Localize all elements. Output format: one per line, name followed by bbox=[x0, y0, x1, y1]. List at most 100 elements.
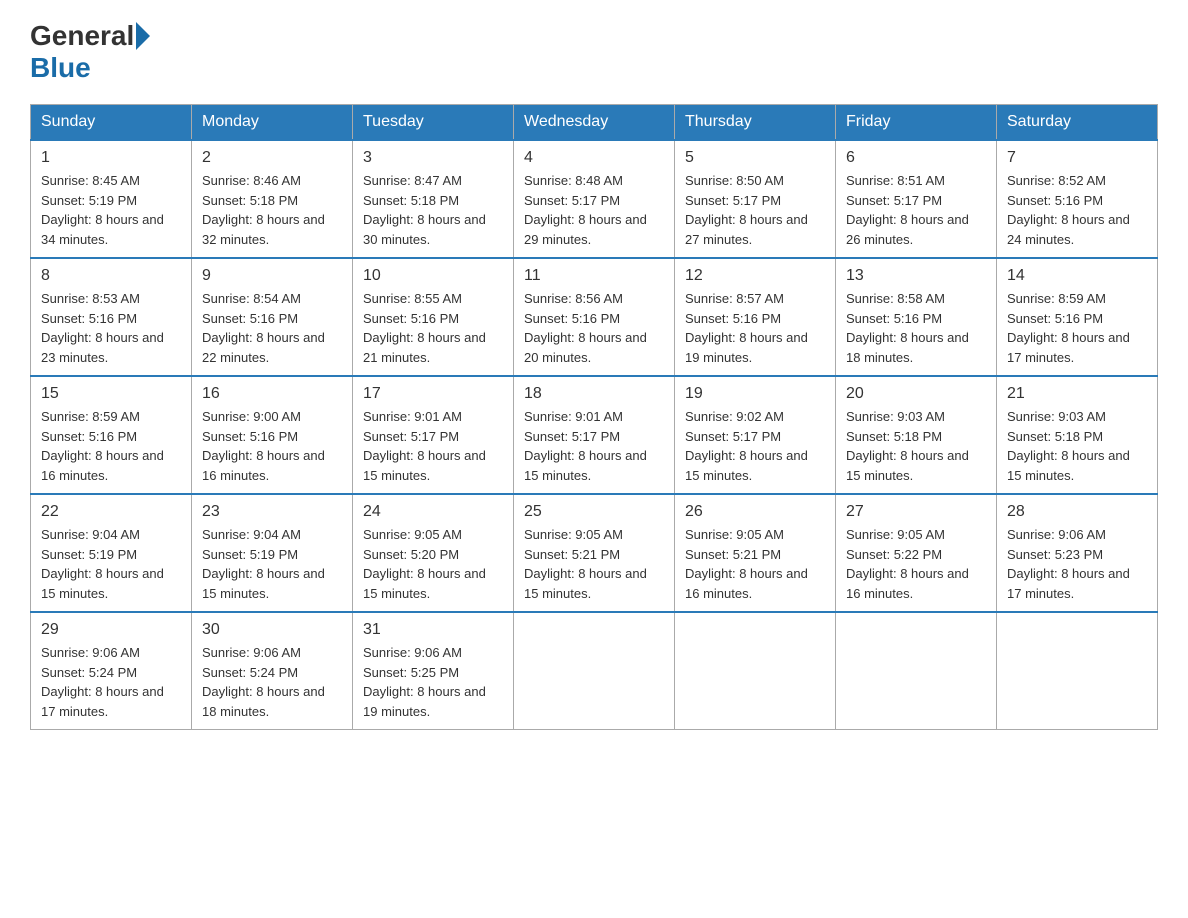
logo-general-text: General bbox=[30, 20, 134, 52]
calendar-cell: 19 Sunrise: 9:02 AM Sunset: 5:17 PM Dayl… bbox=[675, 376, 836, 494]
day-info: Sunrise: 9:03 AM Sunset: 5:18 PM Dayligh… bbox=[1007, 407, 1147, 485]
calendar-cell: 25 Sunrise: 9:05 AM Sunset: 5:21 PM Dayl… bbox=[514, 494, 675, 612]
calendar-cell: 3 Sunrise: 8:47 AM Sunset: 5:18 PM Dayli… bbox=[353, 140, 514, 258]
day-number: 7 bbox=[1007, 149, 1147, 167]
logo-blue-text: Blue bbox=[30, 52, 91, 84]
calendar-cell: 10 Sunrise: 8:55 AM Sunset: 5:16 PM Dayl… bbox=[353, 258, 514, 376]
calendar-cell: 12 Sunrise: 8:57 AM Sunset: 5:16 PM Dayl… bbox=[675, 258, 836, 376]
calendar-cell: 9 Sunrise: 8:54 AM Sunset: 5:16 PM Dayli… bbox=[192, 258, 353, 376]
weekday-header-wednesday: Wednesday bbox=[514, 105, 675, 141]
calendar-cell: 24 Sunrise: 9:05 AM Sunset: 5:20 PM Dayl… bbox=[353, 494, 514, 612]
day-info: Sunrise: 9:05 AM Sunset: 5:22 PM Dayligh… bbox=[846, 525, 986, 603]
day-number: 26 bbox=[685, 503, 825, 521]
calendar-cell: 31 Sunrise: 9:06 AM Sunset: 5:25 PM Dayl… bbox=[353, 612, 514, 730]
day-info: Sunrise: 9:04 AM Sunset: 5:19 PM Dayligh… bbox=[41, 525, 181, 603]
day-info: Sunrise: 8:59 AM Sunset: 5:16 PM Dayligh… bbox=[1007, 289, 1147, 367]
day-number: 16 bbox=[202, 385, 342, 403]
day-number: 6 bbox=[846, 149, 986, 167]
day-number: 15 bbox=[41, 385, 181, 403]
page-header: General Blue bbox=[30, 20, 1158, 84]
day-info: Sunrise: 9:03 AM Sunset: 5:18 PM Dayligh… bbox=[846, 407, 986, 485]
calendar-cell: 20 Sunrise: 9:03 AM Sunset: 5:18 PM Dayl… bbox=[836, 376, 997, 494]
day-number: 19 bbox=[685, 385, 825, 403]
day-info: Sunrise: 9:01 AM Sunset: 5:17 PM Dayligh… bbox=[524, 407, 664, 485]
day-number: 27 bbox=[846, 503, 986, 521]
calendar-cell: 11 Sunrise: 8:56 AM Sunset: 5:16 PM Dayl… bbox=[514, 258, 675, 376]
day-number: 4 bbox=[524, 149, 664, 167]
day-number: 12 bbox=[685, 267, 825, 285]
calendar-cell: 5 Sunrise: 8:50 AM Sunset: 5:17 PM Dayli… bbox=[675, 140, 836, 258]
day-number: 10 bbox=[363, 267, 503, 285]
week-row-2: 8 Sunrise: 8:53 AM Sunset: 5:16 PM Dayli… bbox=[31, 258, 1158, 376]
day-info: Sunrise: 8:52 AM Sunset: 5:16 PM Dayligh… bbox=[1007, 171, 1147, 249]
calendar-cell: 4 Sunrise: 8:48 AM Sunset: 5:17 PM Dayli… bbox=[514, 140, 675, 258]
calendar-cell: 26 Sunrise: 9:05 AM Sunset: 5:21 PM Dayl… bbox=[675, 494, 836, 612]
day-number: 28 bbox=[1007, 503, 1147, 521]
day-info: Sunrise: 8:48 AM Sunset: 5:17 PM Dayligh… bbox=[524, 171, 664, 249]
logo-arrow-icon bbox=[136, 22, 150, 50]
day-number: 25 bbox=[524, 503, 664, 521]
day-info: Sunrise: 8:47 AM Sunset: 5:18 PM Dayligh… bbox=[363, 171, 503, 249]
calendar-cell: 23 Sunrise: 9:04 AM Sunset: 5:19 PM Dayl… bbox=[192, 494, 353, 612]
day-info: Sunrise: 9:05 AM Sunset: 5:21 PM Dayligh… bbox=[524, 525, 664, 603]
calendar-cell: 7 Sunrise: 8:52 AM Sunset: 5:16 PM Dayli… bbox=[997, 140, 1158, 258]
calendar-cell: 22 Sunrise: 9:04 AM Sunset: 5:19 PM Dayl… bbox=[31, 494, 192, 612]
day-number: 2 bbox=[202, 149, 342, 167]
day-info: Sunrise: 9:06 AM Sunset: 5:23 PM Dayligh… bbox=[1007, 525, 1147, 603]
day-number: 21 bbox=[1007, 385, 1147, 403]
day-info: Sunrise: 9:01 AM Sunset: 5:17 PM Dayligh… bbox=[363, 407, 503, 485]
calendar-cell: 6 Sunrise: 8:51 AM Sunset: 5:17 PM Dayli… bbox=[836, 140, 997, 258]
calendar-cell bbox=[997, 612, 1158, 730]
day-info: Sunrise: 8:59 AM Sunset: 5:16 PM Dayligh… bbox=[41, 407, 181, 485]
week-row-5: 29 Sunrise: 9:06 AM Sunset: 5:24 PM Dayl… bbox=[31, 612, 1158, 730]
day-info: Sunrise: 8:51 AM Sunset: 5:17 PM Dayligh… bbox=[846, 171, 986, 249]
calendar-cell: 8 Sunrise: 8:53 AM Sunset: 5:16 PM Dayli… bbox=[31, 258, 192, 376]
calendar-cell: 14 Sunrise: 8:59 AM Sunset: 5:16 PM Dayl… bbox=[997, 258, 1158, 376]
calendar-header-row: SundayMondayTuesdayWednesdayThursdayFrid… bbox=[31, 105, 1158, 141]
day-info: Sunrise: 8:53 AM Sunset: 5:16 PM Dayligh… bbox=[41, 289, 181, 367]
day-number: 31 bbox=[363, 621, 503, 639]
calendar-cell: 18 Sunrise: 9:01 AM Sunset: 5:17 PM Dayl… bbox=[514, 376, 675, 494]
calendar-cell bbox=[675, 612, 836, 730]
weekday-header-saturday: Saturday bbox=[997, 105, 1158, 141]
calendar-cell: 29 Sunrise: 9:06 AM Sunset: 5:24 PM Dayl… bbox=[31, 612, 192, 730]
day-info: Sunrise: 8:46 AM Sunset: 5:18 PM Dayligh… bbox=[202, 171, 342, 249]
calendar-cell: 30 Sunrise: 9:06 AM Sunset: 5:24 PM Dayl… bbox=[192, 612, 353, 730]
day-info: Sunrise: 8:58 AM Sunset: 5:16 PM Dayligh… bbox=[846, 289, 986, 367]
calendar-cell: 2 Sunrise: 8:46 AM Sunset: 5:18 PM Dayli… bbox=[192, 140, 353, 258]
day-number: 29 bbox=[41, 621, 181, 639]
logo: General Blue bbox=[30, 20, 152, 84]
calendar-cell bbox=[514, 612, 675, 730]
calendar-cell: 28 Sunrise: 9:06 AM Sunset: 5:23 PM Dayl… bbox=[997, 494, 1158, 612]
day-number: 30 bbox=[202, 621, 342, 639]
day-number: 23 bbox=[202, 503, 342, 521]
calendar-table: SundayMondayTuesdayWednesdayThursdayFrid… bbox=[30, 104, 1158, 730]
weekday-header-friday: Friday bbox=[836, 105, 997, 141]
day-number: 20 bbox=[846, 385, 986, 403]
day-info: Sunrise: 9:06 AM Sunset: 5:24 PM Dayligh… bbox=[41, 643, 181, 721]
day-info: Sunrise: 9:02 AM Sunset: 5:17 PM Dayligh… bbox=[685, 407, 825, 485]
day-info: Sunrise: 8:50 AM Sunset: 5:17 PM Dayligh… bbox=[685, 171, 825, 249]
weekday-header-sunday: Sunday bbox=[31, 105, 192, 141]
day-info: Sunrise: 8:56 AM Sunset: 5:16 PM Dayligh… bbox=[524, 289, 664, 367]
calendar-cell: 27 Sunrise: 9:05 AM Sunset: 5:22 PM Dayl… bbox=[836, 494, 997, 612]
day-info: Sunrise: 9:04 AM Sunset: 5:19 PM Dayligh… bbox=[202, 525, 342, 603]
calendar-cell: 16 Sunrise: 9:00 AM Sunset: 5:16 PM Dayl… bbox=[192, 376, 353, 494]
calendar-cell: 17 Sunrise: 9:01 AM Sunset: 5:17 PM Dayl… bbox=[353, 376, 514, 494]
week-row-4: 22 Sunrise: 9:04 AM Sunset: 5:19 PM Dayl… bbox=[31, 494, 1158, 612]
day-info: Sunrise: 9:06 AM Sunset: 5:24 PM Dayligh… bbox=[202, 643, 342, 721]
calendar-cell bbox=[836, 612, 997, 730]
day-number: 11 bbox=[524, 267, 664, 285]
week-row-3: 15 Sunrise: 8:59 AM Sunset: 5:16 PM Dayl… bbox=[31, 376, 1158, 494]
week-row-1: 1 Sunrise: 8:45 AM Sunset: 5:19 PM Dayli… bbox=[31, 140, 1158, 258]
day-number: 13 bbox=[846, 267, 986, 285]
day-number: 9 bbox=[202, 267, 342, 285]
day-number: 24 bbox=[363, 503, 503, 521]
calendar-cell: 1 Sunrise: 8:45 AM Sunset: 5:19 PM Dayli… bbox=[31, 140, 192, 258]
day-info: Sunrise: 8:55 AM Sunset: 5:16 PM Dayligh… bbox=[363, 289, 503, 367]
day-info: Sunrise: 9:06 AM Sunset: 5:25 PM Dayligh… bbox=[363, 643, 503, 721]
day-info: Sunrise: 8:54 AM Sunset: 5:16 PM Dayligh… bbox=[202, 289, 342, 367]
weekday-header-tuesday: Tuesday bbox=[353, 105, 514, 141]
weekday-header-monday: Monday bbox=[192, 105, 353, 141]
day-info: Sunrise: 8:45 AM Sunset: 5:19 PM Dayligh… bbox=[41, 171, 181, 249]
